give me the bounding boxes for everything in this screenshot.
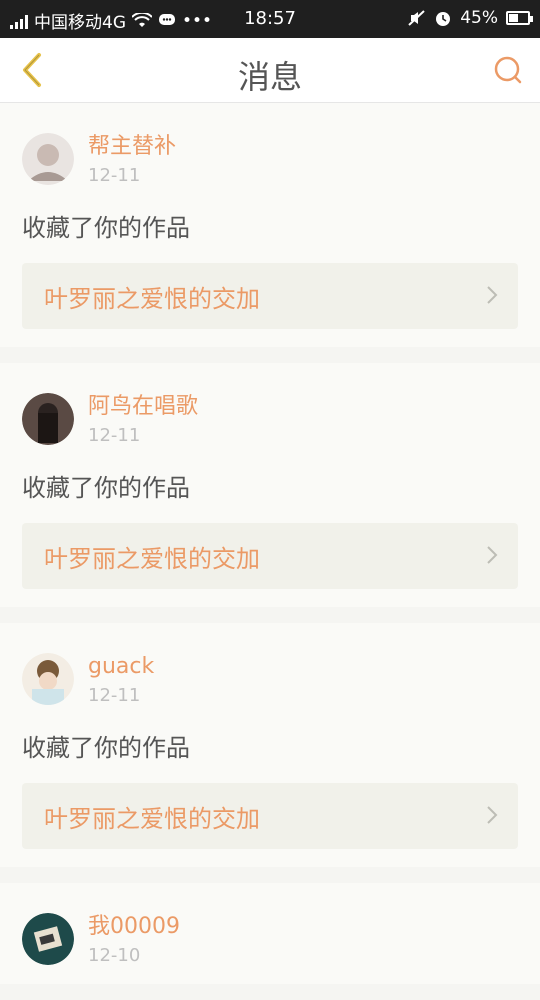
chevron-right-icon xyxy=(487,806,498,824)
message-card[interactable]: 帮主替补 12-11 收藏了你的作品 叶罗丽之爱恨的交加 xyxy=(0,103,540,347)
action-text: 收藏了你的作品 xyxy=(22,214,190,242)
message-date: 12-11 xyxy=(88,685,141,706)
work-title: 叶罗丽之爱恨的交加 xyxy=(44,804,260,833)
alarm-icon xyxy=(436,12,451,26)
username[interactable]: 我00009 xyxy=(88,913,180,941)
work-link[interactable]: 叶罗丽之爱恨的交加 xyxy=(22,523,518,589)
message-user: 阿鸟在唱歌 12-11 xyxy=(22,393,518,446)
message-card[interactable]: 我00009 12-10 xyxy=(0,883,540,984)
chevron-right-icon xyxy=(487,546,498,564)
work-link[interactable]: 叶罗丽之爱恨的交加 xyxy=(22,263,518,329)
status-right: 45% xyxy=(408,8,533,28)
action-text: 收藏了你的作品 xyxy=(22,734,190,762)
message-user: 帮主替补 12-11 xyxy=(22,133,518,186)
message-date: 12-11 xyxy=(88,165,141,186)
search-icon xyxy=(494,56,522,84)
avatar[interactable] xyxy=(22,653,74,705)
work-title: 叶罗丽之爱恨的交加 xyxy=(44,544,260,573)
battery-percent: 45% xyxy=(460,8,498,28)
avatar[interactable] xyxy=(22,913,74,965)
work-title: 叶罗丽之爱恨的交加 xyxy=(44,284,260,313)
search-button[interactable] xyxy=(488,50,528,90)
message-date: 12-11 xyxy=(88,425,141,446)
status-bar: 中国移动4G ••• 18:57 45% xyxy=(0,0,540,38)
avatar[interactable] xyxy=(22,133,74,185)
message-card[interactable]: 阿鸟在唱歌 12-11 收藏了你的作品 叶罗丽之爱恨的交加 xyxy=(0,363,540,607)
message-user: 我00009 12-10 xyxy=(22,913,518,966)
chevron-right-icon xyxy=(487,286,498,304)
username[interactable]: guack xyxy=(88,653,154,681)
username[interactable]: 阿鸟在唱歌 xyxy=(88,393,198,421)
work-link[interactable]: 叶罗丽之爱恨的交加 xyxy=(22,783,518,849)
message-card[interactable]: guack 12-11 收藏了你的作品 叶罗丽之爱恨的交加 xyxy=(0,623,540,867)
message-user: guack 12-11 xyxy=(22,653,518,706)
message-date: 12-10 xyxy=(88,945,141,966)
page-title: 消息 xyxy=(237,58,302,96)
mute-icon xyxy=(408,10,425,26)
message-list: 帮主替补 12-11 收藏了你的作品 叶罗丽之爱恨的交加 阿鸟在唱歌 12-11… xyxy=(0,103,540,1000)
avatar[interactable] xyxy=(22,393,74,445)
nav-bar: 消息 xyxy=(0,38,540,103)
action-text: 收藏了你的作品 xyxy=(22,474,190,502)
username[interactable]: 帮主替补 xyxy=(88,133,176,161)
battery-icon xyxy=(506,11,533,25)
